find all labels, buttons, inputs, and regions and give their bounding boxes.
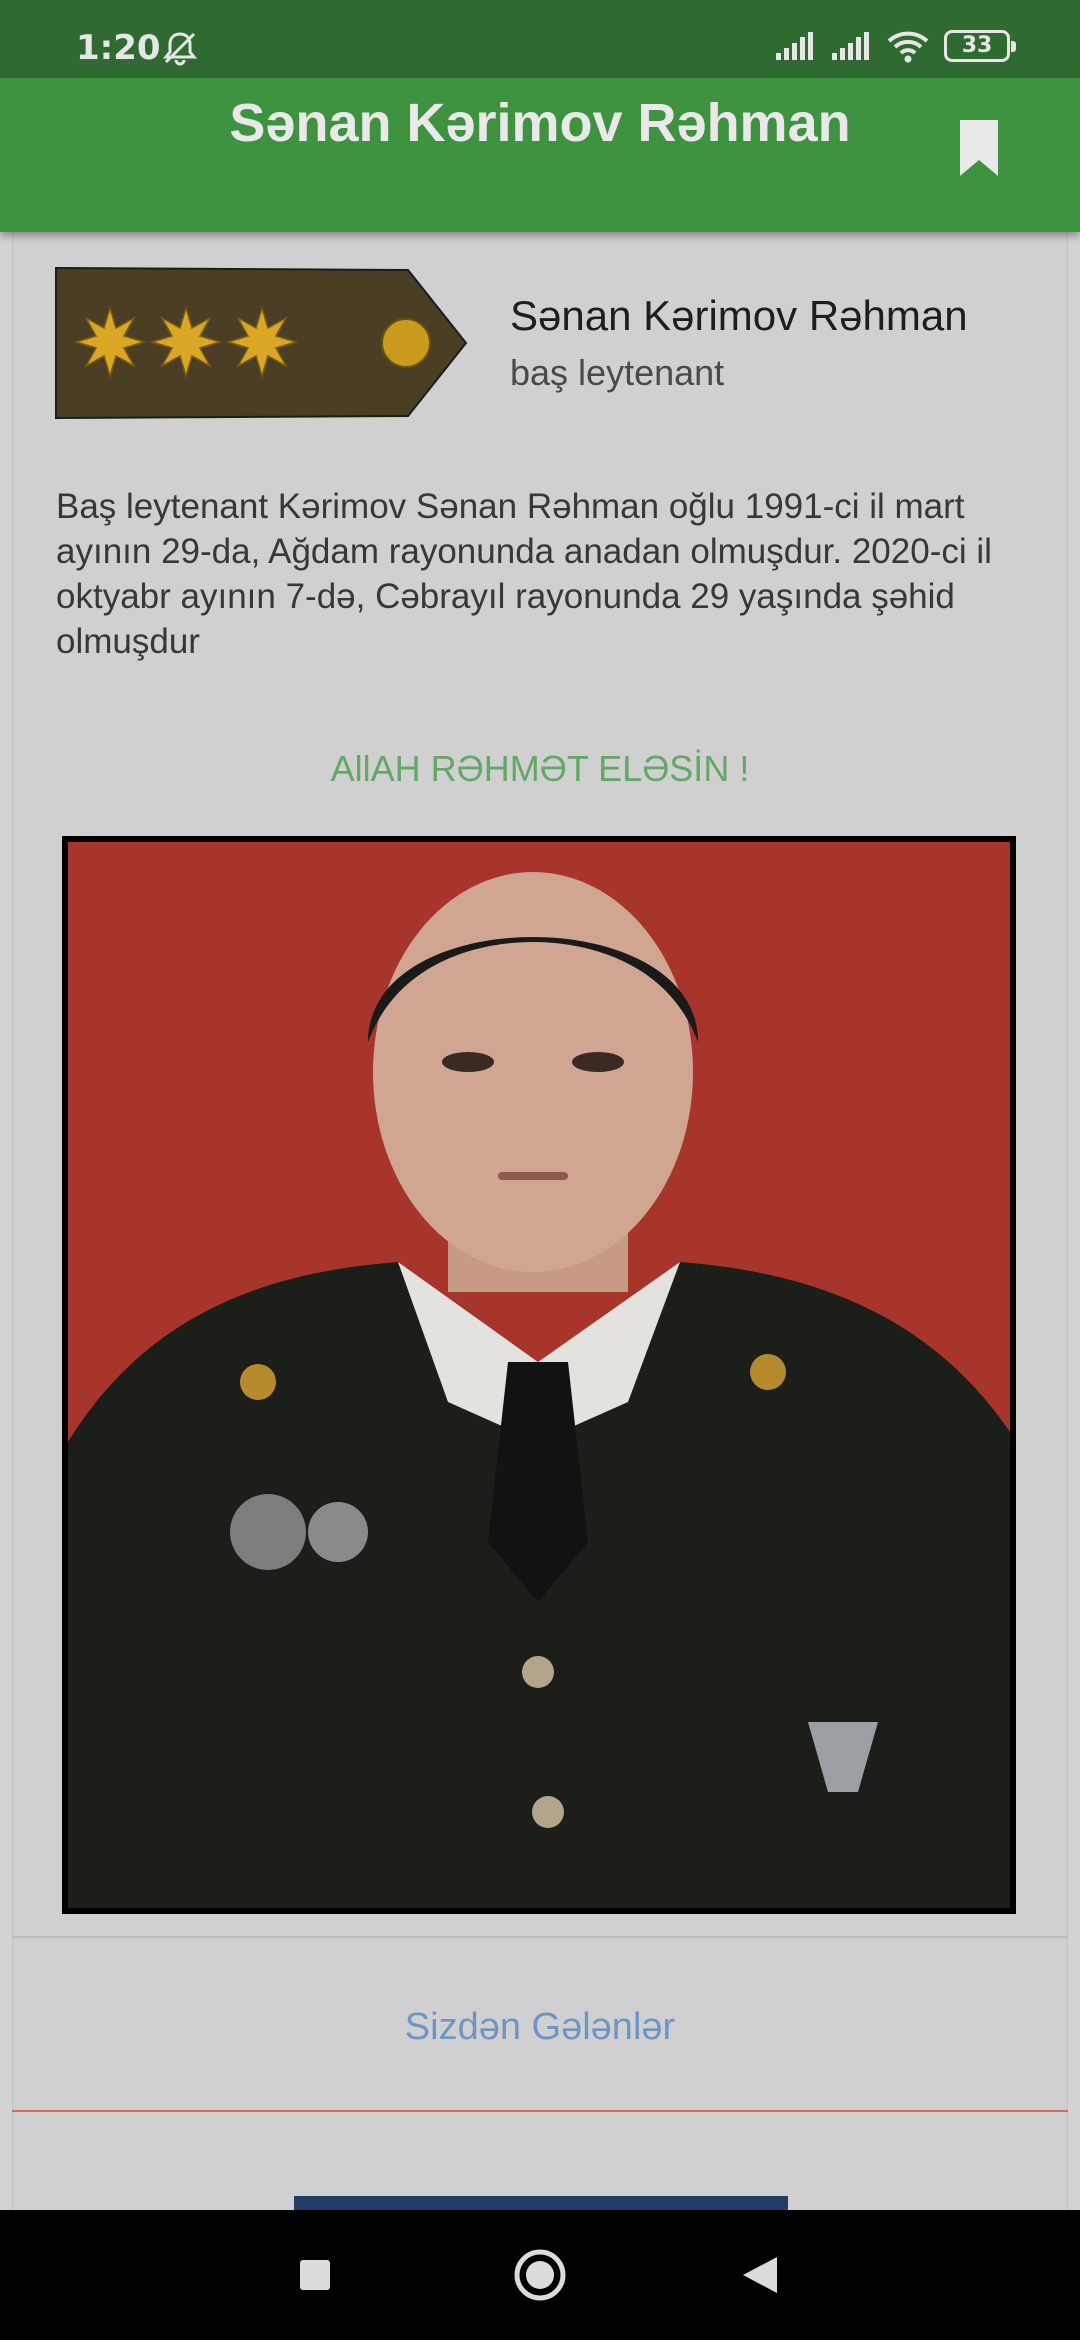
- status-icons: 33: [774, 26, 1016, 66]
- wifi-icon: [887, 31, 929, 63]
- back-triangle-icon: [743, 2257, 777, 2293]
- biography-text: Baş leytenant Kərimov Sənan Rəhman oğlu …: [56, 487, 992, 661]
- portrait-image: [68, 842, 1010, 1908]
- status-bar: 1:20 33: [0, 0, 1080, 78]
- soldier-rank: baş leytenant: [510, 352, 725, 393]
- signal-icon: [776, 32, 813, 60]
- battery-icon: 33: [944, 30, 1016, 62]
- next-item-thumbnail[interactable]: [294, 2196, 788, 2210]
- page-title: Sənan Kərimov Rəhman: [229, 93, 851, 153]
- soldier-name: Sənan Kərimov Rəhman: [510, 292, 968, 339]
- signal-icon: [832, 32, 869, 60]
- system-nav-bar: [0, 2210, 1080, 2340]
- divider-accent: [12, 2110, 1068, 2112]
- bell-off-icon: [162, 32, 198, 66]
- home-button[interactable]: [480, 2210, 600, 2340]
- home-circle-icon: [514, 2249, 566, 2301]
- soldier-photo: [62, 836, 1016, 1914]
- contributions-link[interactable]: Sizdən Gələnlər: [0, 2006, 1080, 2049]
- divider: [12, 1936, 1068, 1938]
- app-bar: Sənan Kərimov Rəhman: [0, 78, 1080, 232]
- status-time: 1:20: [76, 28, 161, 68]
- recents-button[interactable]: [255, 2210, 375, 2340]
- bookmark-icon[interactable]: [956, 118, 1002, 178]
- back-button[interactable]: [700, 2210, 820, 2340]
- battery-level: 33: [961, 33, 993, 58]
- recents-square-icon: [300, 2260, 330, 2290]
- senior-lieutenant-shoulder-board-icon: [55, 266, 468, 420]
- prayer-text: AllAH RƏHMƏT ELƏSİN !: [330, 748, 750, 789]
